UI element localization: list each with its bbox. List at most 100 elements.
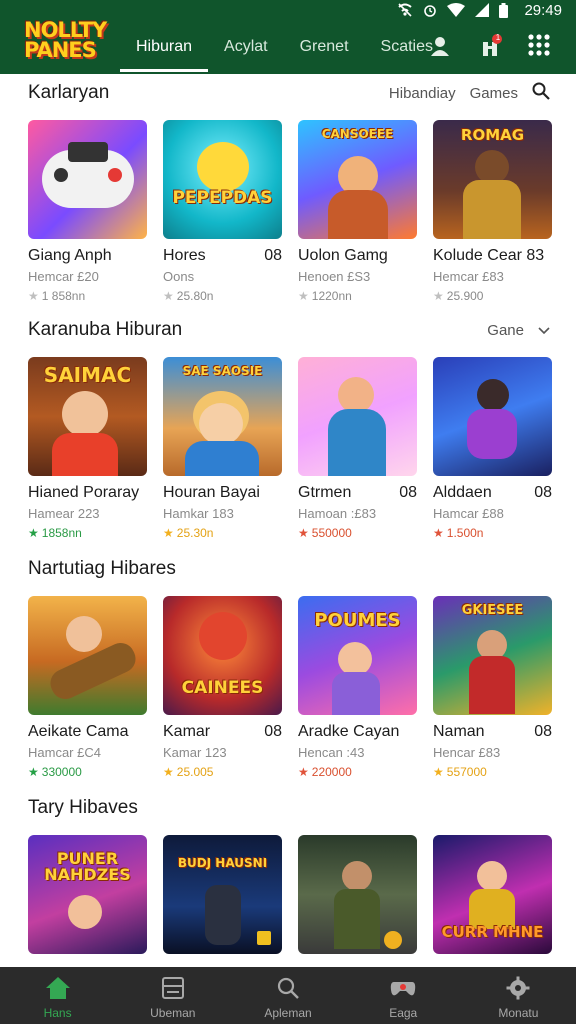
game-subtitle: Hamear 223 — [28, 506, 100, 521]
app-header: 29:49 NOLLTY PANES Hiburan Acylat Grenet… — [0, 0, 576, 74]
game-badge: 08 — [264, 723, 282, 740]
game-title: Naman — [433, 723, 485, 740]
section-link-games[interactable]: Games — [470, 85, 518, 102]
game-badge: 08 — [534, 484, 552, 501]
game-badge: 08 — [264, 247, 282, 264]
section-filter-gane[interactable]: Gane — [487, 322, 524, 339]
game-rating: 1220nn — [311, 289, 352, 303]
game-card[interactable] — [298, 835, 417, 954]
thumbnail-text: CANSOEEE — [321, 127, 394, 141]
game-badge: 08 — [399, 484, 417, 501]
game-card[interactable]: POUMES Aradke Cayan Hencan :43 ★ 220000 — [298, 596, 417, 779]
section-title: Karlaryan — [28, 82, 110, 103]
game-card[interactable]: SAE SAOSIE Houran Bayai Hamkar 183 ★ 25.3… — [163, 357, 282, 540]
section-title: Tary Hibaves — [28, 797, 138, 818]
game-thumbnail — [298, 357, 417, 476]
star-icon: ★ — [433, 526, 444, 540]
bottom-nav-label: Apleman — [264, 1006, 312, 1020]
game-card[interactable]: BUDJ HAUSNI — [163, 835, 282, 954]
game-title: Houran Bayai — [163, 484, 260, 501]
star-icon: ★ — [298, 526, 309, 540]
apps-grid-icon[interactable] — [528, 34, 552, 58]
bottom-nav-monatu[interactable]: Monatu — [461, 967, 576, 1024]
game-thumbnail: SAIMAC — [28, 357, 147, 476]
notification-icon[interactable]: 1 — [478, 33, 502, 58]
star-icon: ★ — [28, 526, 39, 540]
game-thumbnail: GKIESEE — [433, 596, 552, 715]
game-thumbnail — [433, 357, 552, 476]
game-thumbnail — [28, 596, 147, 715]
game-badge: 08 — [534, 723, 552, 740]
tab-grenet[interactable]: Grenet — [284, 32, 365, 74]
star-icon: ★ — [433, 289, 444, 303]
section-title: Karanuba Hiburan — [28, 319, 183, 340]
game-card[interactable]: PEPEPDAS Hores 08 Oons ★ 25.80n — [163, 120, 282, 303]
game-thumbnail: CANSOEEE — [298, 120, 417, 239]
game-card[interactable]: CAINEES Kamar 08 Kamar 123 ★ 25.005 — [163, 596, 282, 779]
gear-icon — [506, 976, 530, 1000]
game-subtitle: Hamcar £88 — [433, 506, 504, 521]
star-icon: ★ — [28, 765, 39, 779]
card-row: SAIMAC Hianed Poraray Hamear 223 ★ 1858nn… — [28, 357, 552, 540]
wifi-off-icon — [397, 3, 413, 17]
game-thumbnail — [298, 835, 417, 954]
thumbnail-text: PEPEPDAS — [172, 188, 273, 208]
game-card[interactable]: CURR MHNE — [433, 835, 552, 954]
game-rating: 1858nn — [41, 526, 82, 540]
chevron-down-icon[interactable] — [538, 322, 550, 339]
alarm-icon — [423, 3, 437, 17]
game-card[interactable]: Giang Anph Hemcar £20 ★ 1 858nn — [28, 120, 147, 303]
game-thumbnail: POUMES — [298, 596, 417, 715]
bottom-nav-label: Monatu — [498, 1006, 539, 1020]
section-actions: Gane — [487, 322, 550, 339]
game-card[interactable]: Aeikate Cama Hamcar £C4 ★ 330000 — [28, 596, 147, 779]
game-card[interactable]: ROMAG Kolude Cear 83 Hemcar £83 ★ 25.900 — [433, 120, 552, 303]
search-icon — [276, 976, 300, 1000]
app-logo[interactable]: NOLLTY PANES — [24, 18, 108, 62]
bottom-nav-label: Eaga — [389, 1006, 418, 1020]
game-rating: 25.005 — [176, 765, 214, 779]
clock-time: 29:49 — [524, 1, 562, 19]
signal-icon — [475, 3, 490, 17]
thumbnail-text: SAIMAC — [43, 363, 132, 387]
game-title: Hores — [163, 247, 206, 264]
game-title: Alddaen — [433, 484, 492, 501]
game-subtitle: Hamoan :£83 — [298, 506, 377, 521]
section-title: Nartutiag Hibares — [28, 558, 176, 579]
bottom-nav-ubeman[interactable]: Ubeman — [115, 967, 230, 1024]
gamepad-icon — [390, 976, 416, 1000]
game-card[interactable]: PUNER NAHDZES — [28, 835, 147, 954]
game-subtitle: Hamkar 183 — [163, 506, 234, 521]
tab-hiburan[interactable]: Hiburan — [120, 32, 209, 74]
game-thumbnail — [28, 120, 147, 239]
game-rating: 25.30n — [176, 526, 214, 540]
section-link-hibandiay[interactable]: Hibandiay — [389, 85, 456, 102]
game-card[interactable]: CANSOEEE Uolon Gamg Henoen £S3 ★ 1220nn — [298, 120, 417, 303]
thumbnail-text: PUNER NAHDZES — [44, 849, 131, 884]
thumbnail-text: POUMES — [314, 610, 401, 631]
section-header: Tary Hibaves — [28, 793, 550, 823]
game-card[interactable]: SAIMAC Hianed Poraray Hamear 223 ★ 1858nn — [28, 357, 147, 540]
bottom-nav-home[interactable]: Hans — [0, 967, 115, 1024]
game-rating: 25.900 — [446, 289, 484, 303]
game-title: Aradke Cayan — [298, 723, 400, 740]
profile-icon[interactable] — [428, 34, 452, 58]
game-rating: 1.500n — [446, 526, 484, 540]
bottom-nav-eaga[interactable]: Eaga — [346, 967, 461, 1024]
card-row: PUNER NAHDZES BUDJ HAUSNI CURR MHNE — [28, 835, 552, 954]
main-content[interactable]: Karlaryan Hibandiay Games Giang Anph Hem… — [0, 74, 576, 967]
game-card[interactable]: Alddaen 08 Hamcar £88 ★ 1.500n — [433, 357, 552, 540]
section-header: Karlaryan Hibandiay Games — [28, 78, 550, 108]
star-icon: ★ — [163, 765, 174, 779]
star-icon: ★ — [298, 289, 309, 303]
game-card[interactable]: GKIESEE Naman 08 Hencar £83 ★ 557000 — [433, 596, 552, 779]
bottom-nav-label: Hans — [43, 1006, 72, 1020]
star-icon: ★ — [163, 289, 174, 303]
search-icon[interactable] — [532, 82, 550, 104]
game-subtitle: Hencar £83 — [433, 745, 501, 760]
game-card[interactable]: Gtrmen 08 Hamoan :£83 ★ 550000 — [298, 357, 417, 540]
tab-acylat[interactable]: Acylat — [208, 32, 284, 74]
thumbnail-text: BUDJ HAUSNI — [177, 856, 268, 870]
section-actions: Hibandiay Games — [389, 82, 550, 104]
bottom-nav-apleman[interactable]: Apleman — [230, 967, 345, 1024]
